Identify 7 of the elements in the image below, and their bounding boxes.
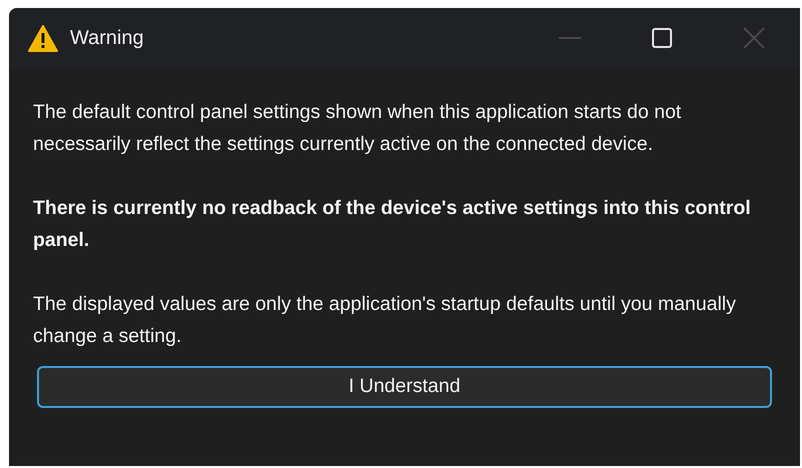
- message-paragraph: There is currently no readback of the device's active settings into this control panel.: [33, 196, 752, 253]
- warning-icon: [28, 24, 58, 52]
- message-paragraph: The default control panel settings shown when this application starts do not necessarily reflect the settings currently active on the connected device.: [33, 100, 682, 157]
- understand-button[interactable]: I Understand: [37, 366, 772, 408]
- maximize-icon[interactable]: [652, 28, 672, 48]
- message-paragraph: The displayed values are only the application's startup defaults until you manually change a setting.: [33, 292, 737, 349]
- window-title: Warning: [70, 26, 144, 51]
